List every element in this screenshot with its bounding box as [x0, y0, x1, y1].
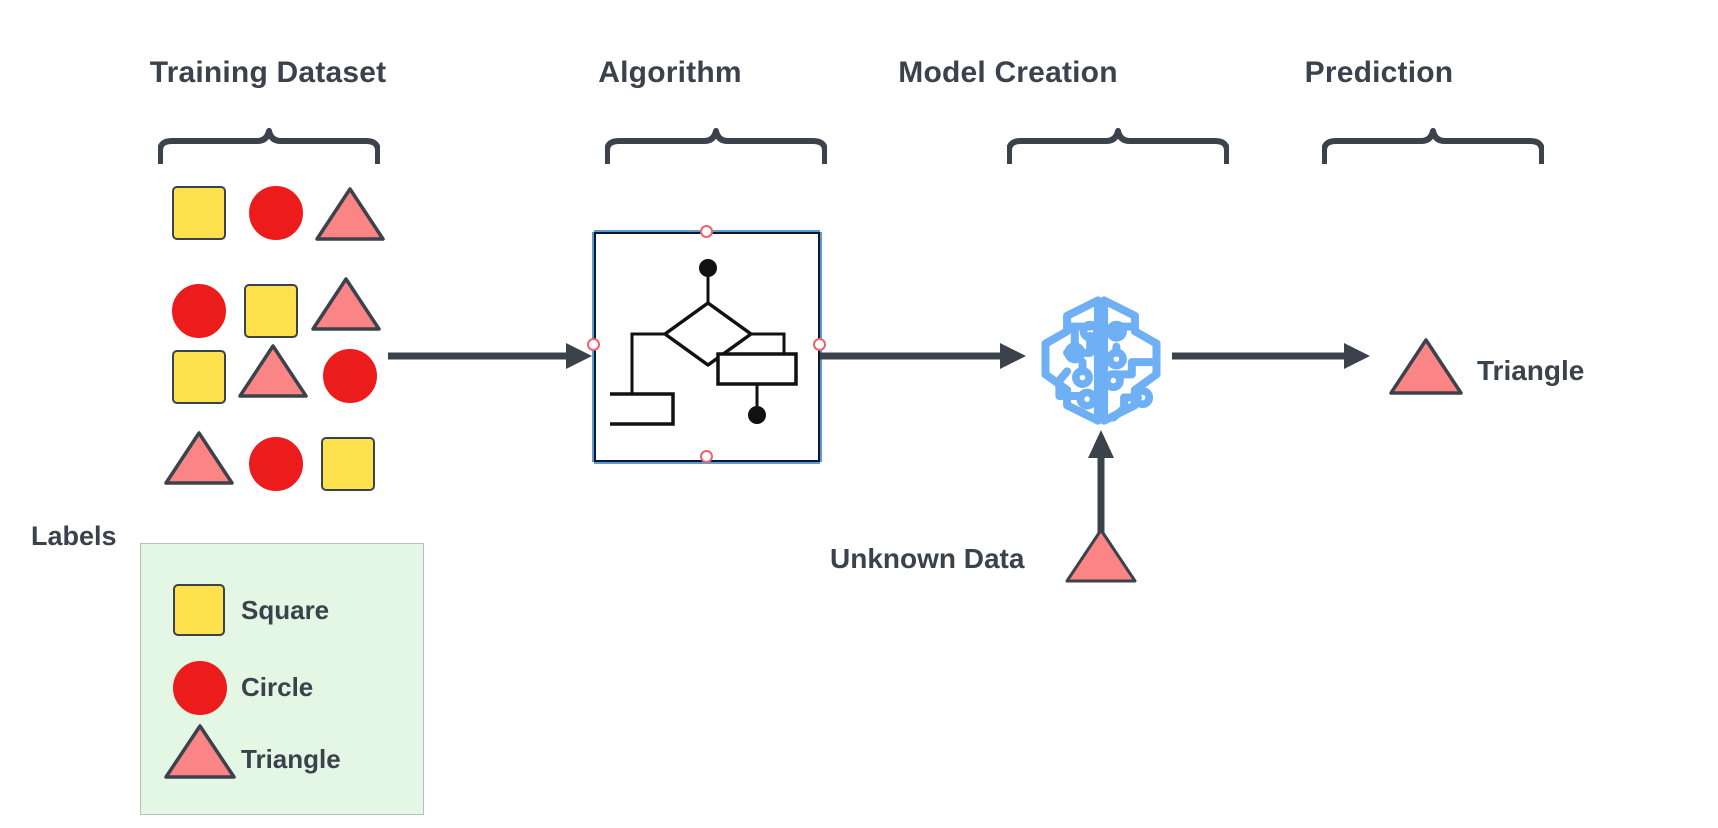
- legend-swatch-triangle: [164, 724, 236, 779]
- training-shape-square: [172, 186, 226, 240]
- legend-label-square: Square: [241, 595, 330, 625]
- brace-training-dataset: [158, 128, 380, 164]
- stage-title-algorithm: Algorithm: [598, 56, 742, 89]
- prediction-triangle: [1389, 338, 1463, 395]
- training-shape-square: [244, 284, 298, 338]
- labels-heading: Labels: [31, 521, 117, 551]
- unknown-data-label: Unknown Data: [830, 543, 1025, 574]
- training-shape-circle: [249, 437, 303, 491]
- training-shape-triangle: [311, 277, 381, 331]
- selection-handle-bottom[interactable]: [700, 450, 713, 463]
- legend-label-triangle: Triangle: [241, 744, 341, 774]
- legend-swatch-circle: [173, 661, 227, 715]
- arrow-dataset-to-algorithm: [388, 343, 592, 369]
- training-shape-triangle: [315, 187, 385, 241]
- training-shape-circle: [172, 284, 226, 338]
- stage-title-training-dataset: Training Dataset: [149, 56, 387, 89]
- stage-title-prediction: Prediction: [1304, 56, 1454, 89]
- training-shape-square: [321, 437, 375, 491]
- stage-title-model-creation: Model Creation: [898, 56, 1118, 89]
- prediction-label: Triangle: [1477, 355, 1585, 386]
- brace-model-creation: [1007, 128, 1229, 164]
- training-shape-triangle: [238, 344, 308, 398]
- unknown-data-triangle: [1065, 528, 1137, 583]
- training-shape-square: [172, 350, 226, 404]
- ai-brain-icon: [1041, 296, 1161, 425]
- training-shape-triangle: [164, 431, 234, 485]
- flowchart-glyph: [610, 259, 798, 426]
- legend-label-circle: Circle: [241, 672, 314, 702]
- training-shape-circle: [249, 186, 303, 240]
- diagram-canvas: Training Dataset Algorithm Model Creatio…: [0, 0, 1718, 828]
- brace-algorithm: [605, 128, 827, 164]
- selection-handle-top[interactable]: [700, 225, 713, 238]
- arrow-algorithm-to-model: [820, 343, 1026, 369]
- training-shape-circle: [323, 349, 377, 403]
- legend-swatch-square: [173, 584, 225, 636]
- brace-prediction: [1322, 128, 1544, 164]
- arrow-model-to-prediction: [1172, 343, 1370, 369]
